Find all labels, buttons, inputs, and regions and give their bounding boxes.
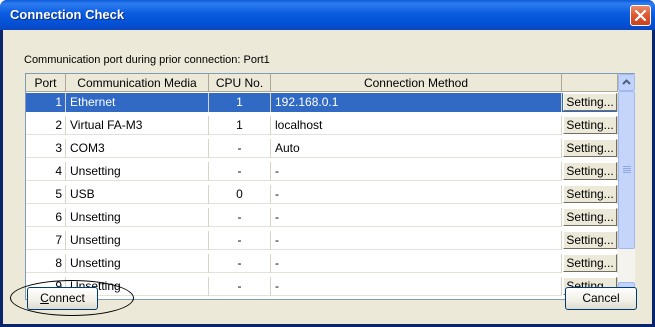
header-setting xyxy=(562,74,618,92)
setting-cell: Setting... xyxy=(562,231,618,250)
port-cell[interactable]: 4 xyxy=(26,162,66,181)
connection-check-window: Connection Check Communication port duri… xyxy=(0,0,655,327)
port-cell[interactable]: 6 xyxy=(26,208,66,227)
cpu-cell[interactable]: - xyxy=(209,231,271,250)
cpu-cell[interactable]: 1 xyxy=(209,93,271,112)
scroll-up-button[interactable] xyxy=(618,74,635,91)
prior-connection-caption: Communication port during prior connecti… xyxy=(24,54,270,66)
header-port[interactable]: Port xyxy=(26,74,66,92)
header-method[interactable]: Connection Method xyxy=(271,74,562,92)
close-icon xyxy=(634,9,647,22)
grid-header: Port Communication Media CPU No. Connect… xyxy=(26,74,618,92)
connect-label: onnect xyxy=(48,291,85,305)
cpu-cell[interactable]: - xyxy=(209,139,271,158)
method-cell[interactable]: localhost xyxy=(271,116,562,135)
media-cell[interactable]: Unsetting xyxy=(66,254,209,273)
setting-cell: Setting... xyxy=(562,185,618,204)
setting-cell: Setting... xyxy=(562,208,618,227)
port-cell[interactable]: 8 xyxy=(26,254,66,273)
method-cell[interactable]: - xyxy=(271,254,562,273)
cpu-cell[interactable]: 0 xyxy=(209,185,271,204)
setting-cell: Setting... xyxy=(562,162,618,181)
media-cell[interactable]: COM3 xyxy=(66,139,209,158)
setting-button[interactable]: Setting... xyxy=(563,254,617,272)
method-cell[interactable]: - xyxy=(271,208,562,227)
method-cell[interactable]: - xyxy=(271,277,562,296)
chevron-up-icon xyxy=(622,79,631,85)
connect-button[interactable]: Connect xyxy=(27,287,98,310)
port-cell[interactable]: 7 xyxy=(26,231,66,250)
port-cell[interactable]: 2 xyxy=(26,116,66,135)
thumb-grip xyxy=(623,170,631,171)
setting-cell: Setting... xyxy=(562,254,618,273)
setting-button[interactable]: Setting... xyxy=(563,93,617,111)
table-row[interactable]: 6 Unsetting - - Setting... xyxy=(26,208,618,227)
method-cell[interactable]: - xyxy=(271,162,562,181)
cpu-cell[interactable]: - xyxy=(209,277,271,296)
cpu-cell[interactable]: 1 xyxy=(209,116,271,135)
media-cell[interactable]: Virtual FA-M3 xyxy=(66,116,209,135)
media-cell[interactable]: Unsetting xyxy=(66,208,209,227)
method-cell[interactable]: 192.168.0.1 xyxy=(271,93,562,112)
table-row[interactable]: 3 COM3- Auto Setting... xyxy=(26,139,618,158)
setting-button[interactable]: Setting... xyxy=(563,185,617,203)
setting-button[interactable]: Setting... xyxy=(563,139,617,157)
table-row[interactable]: 4 Unsetting - - Setting... xyxy=(26,162,618,181)
title-bar[interactable]: Connection Check xyxy=(0,0,655,30)
method-cell[interactable]: - xyxy=(271,231,562,250)
media-cell[interactable]: USB xyxy=(66,185,209,204)
port-grid: Port Communication Media CPU No. Connect… xyxy=(25,73,635,300)
scroll-thumb[interactable] xyxy=(618,91,635,249)
setting-button[interactable]: Setting... xyxy=(563,208,617,226)
cpu-cell[interactable]: - xyxy=(209,208,271,227)
setting-button[interactable]: Setting... xyxy=(563,162,617,180)
setting-cell: Setting... xyxy=(562,116,618,135)
table-row[interactable]: 8 Unsetting - - Setting... xyxy=(26,254,618,273)
setting-cell: Setting... xyxy=(562,93,618,112)
setting-cell: Setting... xyxy=(562,139,618,158)
dialog-body: Communication port during prior connecti… xyxy=(3,30,652,324)
thumb-grip xyxy=(623,166,631,167)
port-cell[interactable]: 5 xyxy=(26,185,66,204)
method-cell[interactable]: - xyxy=(271,185,562,204)
cpu-cell[interactable]: - xyxy=(209,162,271,181)
table-row[interactable]: 7 Unsetting - - Setting... xyxy=(26,231,618,250)
table-row[interactable]: 5 USB 0- Setting... xyxy=(26,185,618,204)
header-media[interactable]: Communication Media xyxy=(66,74,209,92)
setting-button[interactable]: Setting... xyxy=(563,231,617,249)
table-row[interactable]: 1 Ethernet 1 192.168.0.1 Setting... xyxy=(26,93,618,112)
media-cell[interactable]: Ethernet xyxy=(66,93,209,112)
media-cell[interactable]: Unsetting xyxy=(66,162,209,181)
vertical-scrollbar[interactable] xyxy=(618,74,635,299)
connect-mnemonic: C xyxy=(40,291,49,305)
method-cell[interactable]: Auto xyxy=(271,139,562,158)
close-button[interactable] xyxy=(630,5,651,26)
cpu-cell[interactable]: - xyxy=(209,254,271,273)
table-row[interactable]: 2 Virtual FA-M3 1 localhost Setting... xyxy=(26,116,618,135)
header-cpu[interactable]: CPU No. xyxy=(209,74,271,92)
cancel-button[interactable]: Cancel xyxy=(565,287,637,310)
media-cell[interactable]: Unsetting xyxy=(66,231,209,250)
setting-button[interactable]: Setting... xyxy=(563,116,617,134)
thumb-grip xyxy=(623,172,631,173)
window-title: Connection Check xyxy=(10,7,125,22)
port-cell[interactable]: 1 xyxy=(26,93,66,112)
thumb-grip xyxy=(623,168,631,169)
port-cell[interactable]: 3 xyxy=(26,139,66,158)
